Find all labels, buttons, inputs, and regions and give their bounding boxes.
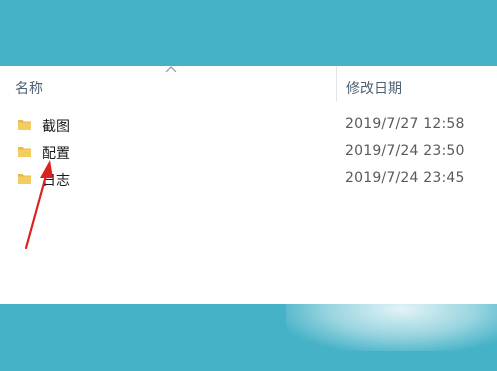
folder-icon — [18, 174, 31, 184]
column-header-date[interactable]: 修改日期 — [346, 78, 402, 98]
file-date: 2019/7/24 23:50 — [345, 143, 465, 159]
column-header-name[interactable]: 名称 — [15, 78, 43, 98]
watermark-glow — [286, 281, 497, 351]
column-divider[interactable] — [336, 66, 337, 102]
folder-icon — [18, 147, 31, 157]
file-row[interactable]: 截图 2019/7/27 12:58 — [0, 112, 497, 138]
top-band — [0, 0, 497, 66]
file-date: 2019/7/24 23:45 — [345, 170, 465, 186]
file-name: 日志 — [42, 173, 70, 189]
folder-icon — [18, 120, 31, 130]
sort-ascending-icon[interactable] — [164, 64, 178, 74]
file-date: 2019/7/27 12:58 — [345, 116, 465, 132]
file-name: 配置 — [42, 146, 70, 162]
file-row[interactable]: 配置 2019/7/24 23:50 — [0, 139, 497, 165]
file-row[interactable]: 日志 2019/7/24 23:45 — [0, 166, 497, 192]
file-name: 截图 — [42, 119, 70, 135]
